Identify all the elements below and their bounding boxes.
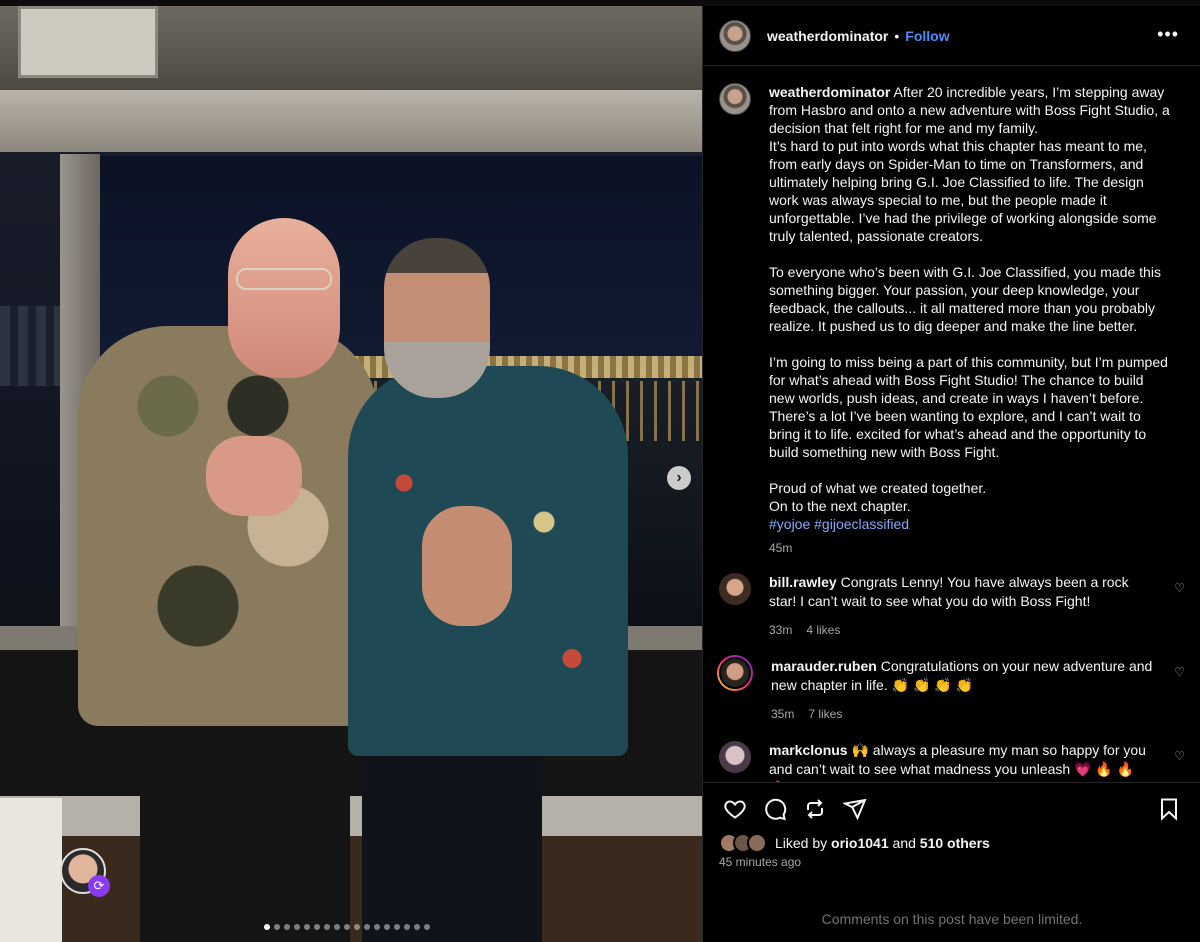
caption-text-block: weatherdominator After 20 incredible yea…: [769, 83, 1173, 515]
carousel-dot[interactable]: [394, 924, 400, 930]
photo-beam: [0, 90, 702, 152]
comment-item: markclonus 🙌 always a pleasure my man so…: [719, 741, 1185, 782]
caption-username[interactable]: weatherdominator: [769, 84, 890, 100]
carousel-dot[interactable]: [414, 924, 420, 930]
liker-avatars[interactable]: [719, 833, 767, 853]
caption-text: After 20 incredible years, I’m stepping …: [769, 84, 1170, 514]
comments-limited-notice: Comments on this post have been limited.: [821, 911, 1083, 927]
carousel-dot[interactable]: [324, 924, 330, 930]
comments-scroll-area[interactable]: weatherdominator After 20 incredible yea…: [703, 67, 1200, 782]
comment-likes[interactable]: 7 likes: [808, 705, 842, 724]
comment-body: bill.rawley Congrats Lenny! You have alw…: [769, 573, 1155, 640]
caption: weatherdominator After 20 incredible yea…: [719, 83, 1185, 557]
heart-icon[interactable]: [719, 793, 751, 825]
photo-person-left-pants: [140, 706, 350, 942]
carousel-dot[interactable]: [294, 924, 300, 930]
author-avatar[interactable]: [719, 19, 751, 52]
comment-time[interactable]: 35m: [771, 705, 794, 724]
carousel-dot[interactable]: [314, 924, 320, 930]
caption-body: weatherdominator After 20 incredible yea…: [769, 83, 1173, 557]
carousel-dot[interactable]: [284, 924, 290, 930]
photo-person-right-thumbs-up: [422, 506, 512, 626]
comment-time[interactable]: 33m: [769, 621, 792, 640]
carousel-dots: [264, 924, 430, 930]
carousel-dot[interactable]: [404, 924, 410, 930]
carousel-dot[interactable]: [304, 924, 310, 930]
header-separator: •: [894, 27, 900, 44]
send-icon[interactable]: [839, 793, 871, 825]
comment-icon[interactable]: [759, 793, 791, 825]
author-username[interactable]: weatherdominator: [767, 28, 888, 44]
carousel-dot[interactable]: [344, 924, 350, 930]
post-header: weatherdominator • Follow •••: [703, 6, 1200, 66]
comment-meta: 33m 4 likes: [769, 621, 1155, 640]
caption-hashtags[interactable]: #yojoe #gijoeclassified: [769, 515, 1173, 533]
comment-text-block: markclonus 🙌 always a pleasure my man so…: [769, 741, 1155, 782]
liked-by-prefix: Liked by: [775, 835, 828, 851]
heart-icon[interactable]: ♡: [1174, 581, 1185, 595]
caption-author-avatar[interactable]: [719, 83, 751, 115]
comment-meta: 35m 7 likes: [771, 705, 1157, 724]
comment-body: markclonus 🙌 always a pleasure my man so…: [769, 741, 1155, 782]
comment-item: marauder.ruben Congratulations on your n…: [717, 655, 1185, 724]
liked-by-others[interactable]: 510 others: [920, 835, 990, 851]
carousel-dot[interactable]: [274, 924, 280, 930]
repost-badge-icon[interactable]: ⟳: [88, 875, 110, 897]
carousel-dot[interactable]: [424, 924, 430, 930]
more-options-icon[interactable]: •••: [1157, 24, 1179, 45]
comment-text-block: marauder.ruben Congratulations on your n…: [771, 657, 1157, 695]
comment-item: bill.rawley Congrats Lenny! You have alw…: [719, 573, 1185, 640]
photo-person-left-shirt: [78, 326, 378, 726]
carousel-dot[interactable]: [334, 924, 340, 930]
photo-person-left-glasses: [236, 268, 332, 290]
comment-likes[interactable]: 4 likes: [806, 621, 840, 640]
carousel-dot[interactable]: [264, 924, 270, 930]
photo-person-right-pants: [362, 746, 542, 942]
follow-button[interactable]: Follow: [905, 28, 949, 44]
heart-icon[interactable]: ♡: [1174, 749, 1185, 763]
post-photo[interactable]: › ⟳: [0, 6, 702, 942]
chevron-right-icon[interactable]: ›: [667, 466, 691, 490]
liker-avatar: [747, 833, 767, 853]
comment-avatar[interactable]: [719, 741, 751, 773]
caption-timestamp[interactable]: 45m: [769, 539, 1173, 557]
comment-username[interactable]: bill.rawley: [769, 574, 837, 590]
carousel-dot[interactable]: [354, 924, 360, 930]
carousel-dot[interactable]: [364, 924, 370, 930]
liked-by-user[interactable]: orio1041: [831, 835, 889, 851]
comment-avatar[interactable]: [719, 573, 751, 605]
post-timestamp[interactable]: 45 minutes ago: [719, 855, 801, 869]
action-icon-row: [719, 793, 1185, 825]
photo-chair: [0, 798, 62, 942]
photo-ceiling-light: [18, 6, 158, 78]
photo-person-left-head: [228, 218, 340, 378]
likes-summary: Liked by orio1041 and 510 others: [719, 833, 990, 853]
repost-icon[interactable]: [799, 793, 831, 825]
comment-username[interactable]: markclonus: [769, 742, 848, 758]
heart-icon[interactable]: ♡: [1174, 665, 1185, 679]
comment-text-block: bill.rawley Congrats Lenny! You have alw…: [769, 573, 1155, 611]
post-side-panel: weatherdominator • Follow ••• weatherdom…: [702, 6, 1200, 942]
photo-person-right-head: [384, 238, 490, 398]
photo-ledge: [0, 796, 702, 836]
carousel-dot[interactable]: [384, 924, 390, 930]
story-ring[interactable]: [717, 655, 753, 691]
photo-person-left-fist: [206, 436, 302, 516]
comment-body: marauder.ruben Congratulations on your n…: [771, 657, 1157, 724]
liked-by-and: and: [892, 835, 916, 851]
comment-avatar[interactable]: [719, 657, 751, 689]
post-actions: Liked by orio1041 and 510 others 45 minu…: [703, 782, 1200, 942]
bookmark-icon[interactable]: [1153, 793, 1185, 825]
comment-username[interactable]: marauder.ruben: [771, 658, 877, 674]
carousel-dot[interactable]: [374, 924, 380, 930]
